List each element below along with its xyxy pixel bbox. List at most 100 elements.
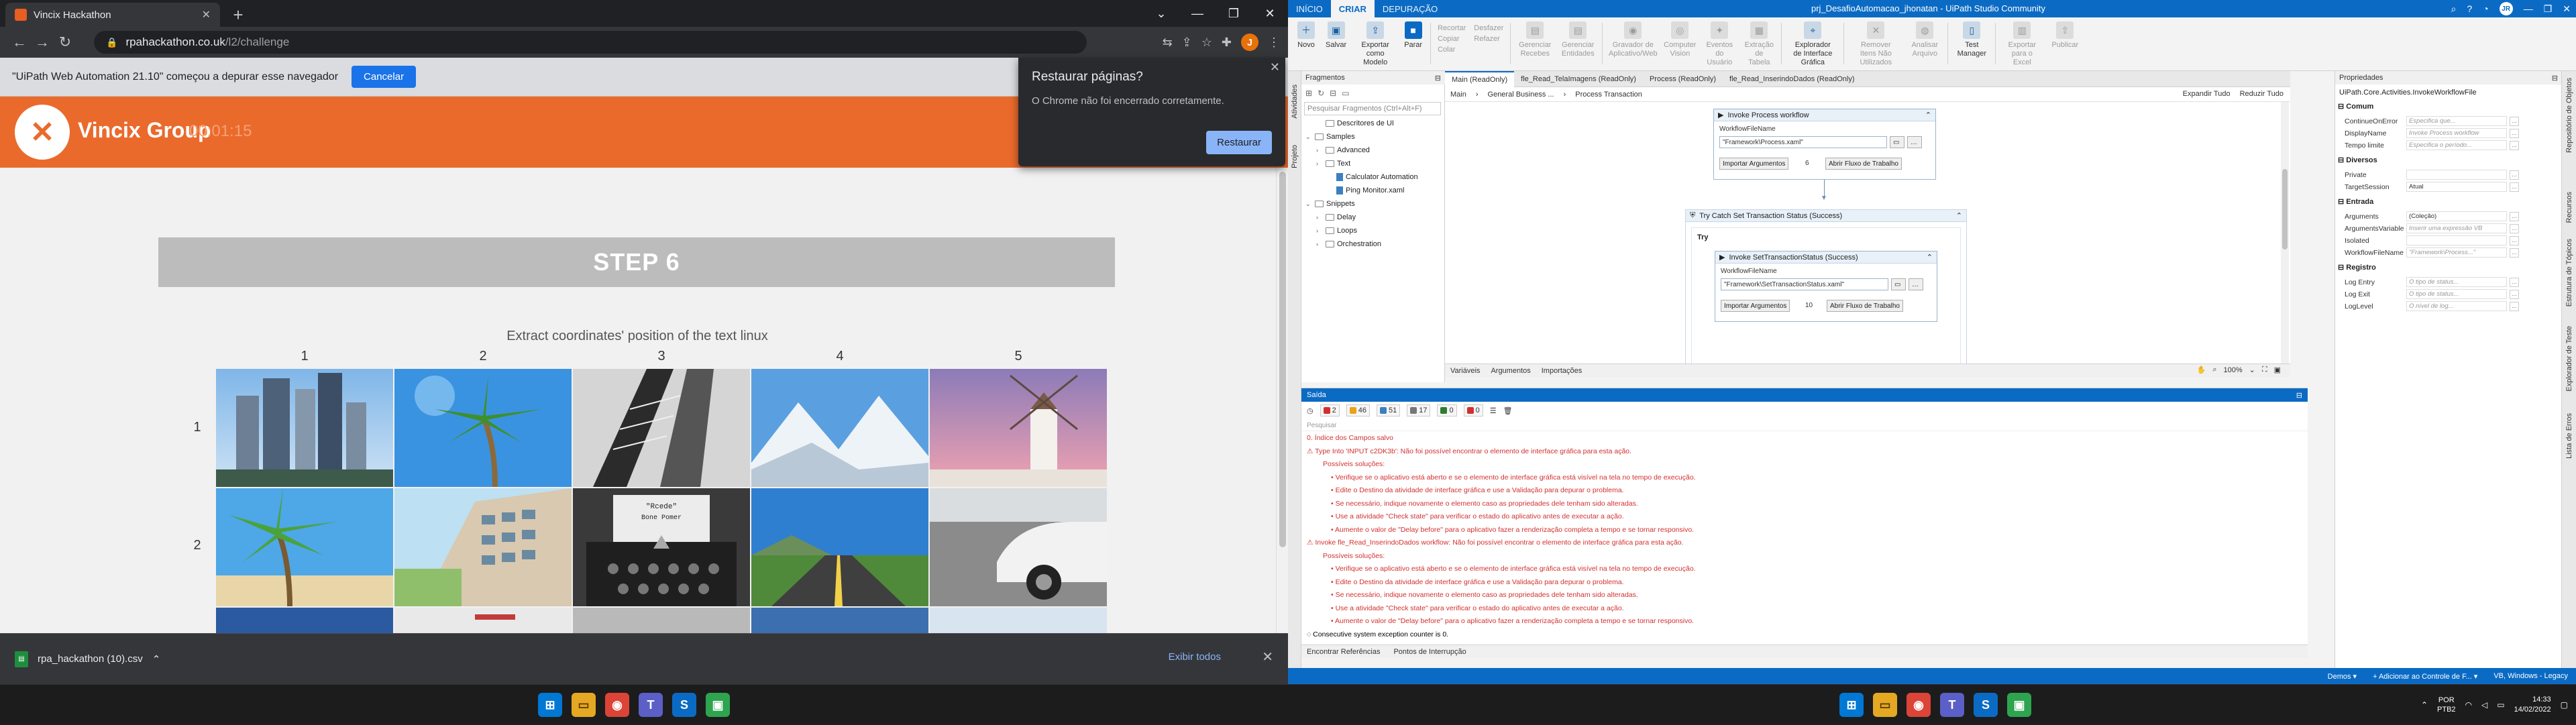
property-value-input[interactable]: O nível de log... bbox=[2406, 301, 2507, 311]
close-window-icon[interactable]: ✕ bbox=[2563, 3, 2571, 15]
error-list-side-tab[interactable]: Lista de Erros bbox=[2565, 413, 2573, 459]
export-template-button[interactable]: ⇪ Exportar como Modelo bbox=[1352, 20, 1399, 68]
breadcrumb-item[interactable]: General Business ... bbox=[1488, 91, 1554, 99]
browse-folder-icon[interactable]: ▭ bbox=[1891, 278, 1906, 290]
invoke-set-transaction-activity[interactable]: ▶ Invoke SetTransactionStatus (Success) … bbox=[1715, 251, 1937, 322]
variables-tab[interactable]: Variáveis bbox=[1450, 367, 1480, 375]
chevron-down-icon[interactable]: ⌄ bbox=[1143, 7, 1179, 21]
filter-verbose[interactable]: 0 bbox=[1437, 404, 1457, 416]
start-icon[interactable]: ⊞ bbox=[538, 693, 562, 717]
scrollbar-thumb[interactable] bbox=[2282, 169, 2288, 249]
bookmark-star-icon[interactable]: ☆ bbox=[1201, 36, 1212, 50]
output-line[interactable]: • Edite o Destino da atividade de interf… bbox=[1307, 486, 1624, 494]
property-value-input[interactable]: O tipo de status... bbox=[2406, 289, 2507, 299]
output-line[interactable]: ⚠ Invoke fle_Read_InserindoDados workflo… bbox=[1307, 539, 1684, 547]
restore-button[interactable]: Restaurar bbox=[1206, 131, 1272, 154]
arguments-tab[interactable]: Argumentos bbox=[1491, 367, 1530, 375]
folder-open-icon[interactable]: ▭ bbox=[1342, 89, 1349, 98]
collapse-icon[interactable]: ⊟ bbox=[1330, 89, 1336, 98]
paste-button[interactable]: Colar bbox=[1438, 44, 1466, 55]
property-category[interactable]: ⊟ Comum bbox=[2338, 102, 2373, 111]
uipath-studio-icon[interactable]: S bbox=[1974, 693, 1998, 717]
pan-icon[interactable]: ✋ bbox=[2197, 366, 2206, 374]
ui-explorer-button[interactable]: ⌖ Explorador de Interface Gráfica bbox=[1784, 20, 1841, 68]
open-workflow-button[interactable]: Abrir Fluxo de Trabalho bbox=[1827, 300, 1903, 312]
chrome-icon[interactable]: ◉ bbox=[605, 693, 629, 717]
overview-icon[interactable]: ▣ bbox=[2274, 366, 2281, 374]
image-road-landscape[interactable] bbox=[751, 488, 928, 606]
try-catch-activity[interactable]: ⛨ Try Catch Set Transaction Status (Succ… bbox=[1685, 209, 1967, 364]
breadcrumb-item[interactable]: Process Transaction bbox=[1575, 91, 1642, 99]
maximize-icon[interactable]: ❐ bbox=[1216, 7, 1252, 21]
doc-tab-main[interactable]: Main (ReadOnly) bbox=[1445, 70, 1515, 87]
image-snowy-mountains[interactable] bbox=[751, 369, 928, 487]
output-line[interactable]: • Verifique se o aplicativo está aberto … bbox=[1307, 565, 1696, 573]
start-icon[interactable]: ⊞ bbox=[1839, 693, 1864, 717]
property-value-input[interactable]: Invoke Process workflow bbox=[2406, 128, 2507, 138]
profile-avatar[interactable]: J bbox=[1241, 34, 1258, 51]
property-editor-button[interactable]: … bbox=[2510, 140, 2519, 150]
more-options-button[interactable]: … bbox=[1909, 278, 1923, 290]
browse-folder-icon[interactable]: ▭ bbox=[1890, 136, 1904, 148]
pin-icon[interactable]: ⊟ bbox=[2296, 391, 2302, 400]
fragments-search-input[interactable]: Pesquisar Fragmentos (Ctrl+Alt+F) bbox=[1304, 102, 1441, 115]
filter-fatal[interactable]: 0 bbox=[1463, 404, 1483, 416]
collapse-icon[interactable]: ⊟ bbox=[2338, 264, 2346, 272]
property-value-input[interactable]: "Framework\Process..." bbox=[2406, 247, 2507, 258]
property-editor-button[interactable]: … bbox=[2510, 289, 2519, 299]
image-row3-1[interactable] bbox=[216, 608, 393, 633]
property-value-input[interactable]: (Coleção) bbox=[2406, 211, 2507, 221]
notifications-icon[interactable]: ▢ bbox=[2561, 700, 2568, 710]
property-category[interactable]: ⊟ Entrada bbox=[2338, 197, 2373, 206]
image-windmill-sunset[interactable] bbox=[930, 369, 1107, 487]
filter-settings-icon[interactable]: ☰ bbox=[1490, 406, 1497, 415]
test-explorer-side-tab[interactable]: Explorador de Teste bbox=[2565, 326, 2573, 392]
chevron-right-icon[interactable]: › bbox=[1316, 147, 1323, 154]
property-category[interactable]: ⊟ Diversos bbox=[2338, 156, 2377, 164]
import-arguments-button[interactable]: Importar Argumentos bbox=[1721, 300, 1790, 312]
add-folder-icon[interactable]: ⊞ bbox=[1305, 89, 1312, 98]
copy-button[interactable]: Copiar bbox=[1438, 34, 1466, 44]
tree-node[interactable]: Calculator Automation bbox=[1327, 173, 1418, 181]
orchestrator-folder[interactable]: Demos ▾ bbox=[2328, 672, 2357, 681]
export-excel-button[interactable]: ▥ Exportar para o Excel bbox=[1998, 20, 2045, 68]
image-city-skyscrapers[interactable] bbox=[216, 369, 393, 487]
download-item[interactable]: ▤ rpa_hackathon (10).csv ⌃ bbox=[15, 651, 160, 667]
project-side-tab[interactable]: Projeto bbox=[1291, 145, 1299, 168]
property-editor-button[interactable]: … bbox=[2510, 223, 2519, 233]
tree-node[interactable]: › Orchestration bbox=[1316, 240, 1381, 248]
workflow-canvas[interactable]: ▶ Invoke Process workflow ⌃ WorkflowFile… bbox=[1445, 102, 2290, 364]
page-scrollbar[interactable] bbox=[1276, 168, 1288, 633]
tab-vincix-hackathon[interactable]: Vincix Hackathon ✕ bbox=[5, 3, 220, 27]
battery-icon[interactable]: ▭ bbox=[2497, 700, 2504, 710]
chevron-down-icon[interactable]: ⌄ bbox=[2249, 366, 2255, 374]
wifi-icon[interactable]: ◠ bbox=[2465, 700, 2472, 710]
chevron-down-icon[interactable]: ⌄ bbox=[1305, 201, 1312, 208]
property-editor-button[interactable]: … bbox=[2510, 170, 2519, 180]
file-explorer-icon[interactable]: ▭ bbox=[1873, 693, 1897, 717]
property-value-input[interactable]: Especifica o período... bbox=[2406, 140, 2507, 150]
user-events-button[interactable]: ✦ Eventos do Usuário bbox=[1699, 20, 1739, 68]
minimize-icon[interactable]: — bbox=[2524, 3, 2533, 14]
collapse-activity-icon[interactable]: ⌃ bbox=[1956, 211, 1962, 220]
manage-resources-button[interactable]: ▤ Gerenciar Recebes bbox=[1513, 20, 1556, 68]
filter-warnings[interactable]: 46 bbox=[1346, 404, 1370, 416]
save-button[interactable]: ▣ Salvar bbox=[1320, 20, 1352, 68]
property-editor-button[interactable]: … bbox=[2510, 116, 2519, 126]
back-icon[interactable]: ← bbox=[8, 34, 31, 51]
chevron-up-icon[interactable]: ⌃ bbox=[152, 653, 161, 665]
reload-icon[interactable]: ↻ bbox=[54, 34, 76, 51]
forward-icon[interactable]: → bbox=[31, 34, 54, 51]
invoke-process-activity[interactable]: ▶ Invoke Process workflow ⌃ WorkflowFile… bbox=[1713, 109, 1936, 180]
file-explorer-icon[interactable]: ▭ bbox=[572, 693, 596, 717]
breakpoints-tab[interactable]: Pontos de Interrupção bbox=[1393, 648, 1466, 656]
output-line[interactable]: • Aumente o valor de "Delay before" para… bbox=[1307, 526, 1694, 534]
clock[interactable]: 14:33 14/02/2022 bbox=[2514, 695, 2551, 715]
collapse-icon[interactable]: ⊟ bbox=[2338, 156, 2346, 164]
language-indicator[interactable]: POR PTB2 bbox=[2437, 695, 2456, 714]
image-typewriter[interactable]: "Rcede" Bone Pomer bbox=[573, 488, 750, 606]
image-palm-beach[interactable] bbox=[216, 488, 393, 606]
translate-icon[interactable]: ⇆ bbox=[1163, 36, 1173, 50]
filter-errors[interactable]: 2 bbox=[1320, 404, 1340, 416]
close-tab-icon[interactable]: ✕ bbox=[202, 8, 211, 21]
